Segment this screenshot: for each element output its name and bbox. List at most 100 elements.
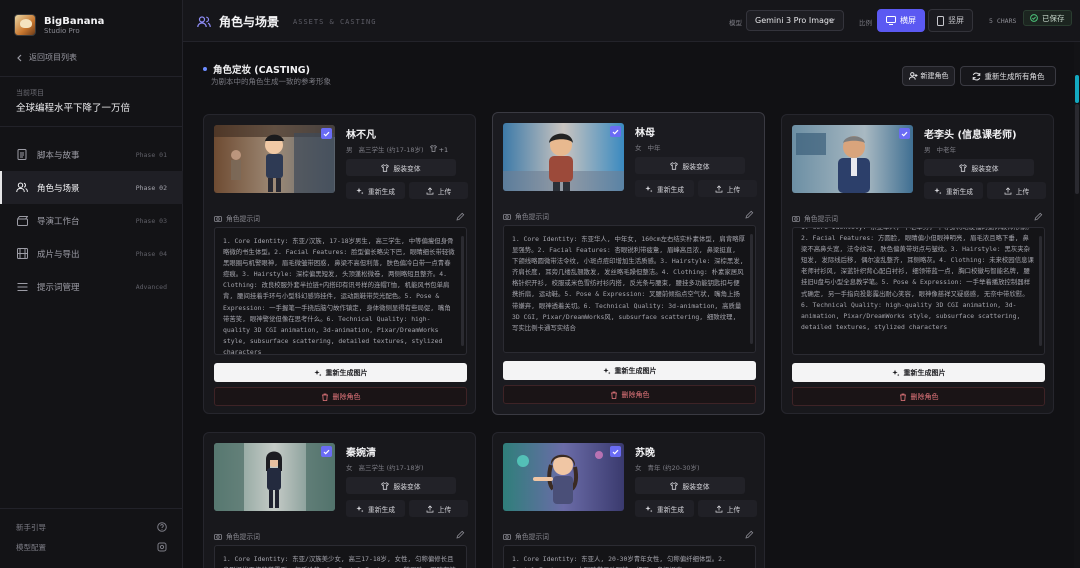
project-caption: 当前项目 — [16, 89, 44, 97]
model-select[interactable]: Gemini 3 Pro Image — [746, 10, 844, 31]
delete-character-button[interactable]: 删除角色 — [503, 385, 756, 404]
character-thumbnail[interactable] — [503, 123, 624, 191]
prompt-scrollbar[interactable] — [461, 236, 464, 346]
outfit-variant-button[interactable]: 服装变体 — [346, 477, 456, 494]
character-prompt-textarea[interactable]: 1. Core Identity: 东亚人, 20-30岁青年女性, 匀称偏纤细… — [503, 545, 756, 568]
landscape-label: 横屏 — [900, 16, 916, 25]
sparkle-icon — [891, 369, 899, 376]
sparkle-icon — [356, 505, 364, 512]
selected-check-icon[interactable] — [321, 128, 332, 139]
selected-check-icon[interactable] — [899, 128, 910, 139]
outfit-variant-button[interactable]: 服装变体 — [635, 477, 745, 494]
prompt-caption-label: 角色提示词 — [515, 213, 549, 221]
character-prompt-textarea[interactable]: 1. Core Identity: 东亚/汉族, 17-18岁男生, 高三学生,… — [214, 227, 467, 355]
help-icon — [157, 522, 167, 532]
regenerate-button[interactable]: 重新生成 — [924, 182, 983, 199]
character-age: 高三学生 (约17-18岁) — [358, 146, 424, 154]
film-icon — [16, 248, 28, 260]
page-scrollbar[interactable] — [1074, 42, 1080, 568]
regenerate-image-button[interactable]: 重新生成图片 — [503, 361, 756, 380]
prompt-scrollbar[interactable] — [750, 234, 753, 344]
character-prompt-textarea[interactable]: 1. Core Identity: 东亚/汉族美少女, 高三17-18岁, 女性… — [214, 545, 467, 568]
selected-check-icon[interactable] — [610, 446, 621, 457]
landscape-button[interactable]: 横屏 — [877, 9, 925, 32]
upload-button[interactable]: 上传 — [698, 180, 757, 197]
regenerate-button[interactable]: 重新生成 — [346, 500, 405, 517]
sidebar-item-phase: Phase 01 — [135, 150, 167, 159]
prompt-scrollbar[interactable] — [1039, 236, 1042, 346]
sidebar-item-director[interactable]: 导演工作台 Phase 03 — [0, 204, 183, 237]
pencil-icon[interactable] — [456, 212, 465, 221]
upload-button[interactable]: 上传 — [987, 182, 1046, 199]
character-thumbnail[interactable] — [792, 125, 913, 193]
monitor-icon — [886, 16, 896, 25]
regenerate-all-button[interactable]: 重新生成所有角色 — [960, 66, 1056, 86]
upload-label: 上传 — [726, 505, 741, 514]
character-age: 中老年 — [936, 146, 957, 154]
pencil-icon[interactable] — [745, 530, 754, 539]
sidebar-item-script[interactable]: 脚本与故事 Phase 01 — [0, 138, 183, 171]
sidebar-item-export[interactable]: 成片与导出 Phase 04 — [0, 237, 183, 270]
character-thumbnail[interactable] — [214, 443, 335, 511]
outfit-count-badge[interactable]: +1 — [429, 144, 448, 154]
regenerate-image-button[interactable]: 重新生成图片 — [792, 363, 1045, 382]
character-prompt-textarea[interactable]: 1. Core Identity: 东亚华人, 中老年男, 中等身材略发福的退休… — [792, 227, 1045, 355]
back-to-projects-link[interactable]: 返回项目列表 — [16, 52, 77, 63]
character-name: 苏晚 — [635, 448, 655, 459]
pencil-icon[interactable] — [456, 530, 465, 539]
page-scrollbar-thumb[interactable] — [1075, 75, 1079, 103]
selected-check-icon[interactable] — [321, 446, 332, 457]
regenerate-button[interactable]: 重新生成 — [346, 182, 405, 199]
delete-character-button[interactable]: 删除角色 — [792, 387, 1045, 406]
outfit-label: 服装变体 — [682, 482, 710, 491]
sidebar-footer-help[interactable]: 新手引导 — [0, 517, 183, 537]
upload-button[interactable]: 上传 — [409, 500, 468, 517]
outfit-label: 服装变体 — [971, 164, 999, 173]
refresh-icon — [972, 72, 980, 80]
character-meta: 男 中老年 — [924, 144, 956, 154]
pencil-icon[interactable] — [745, 210, 754, 219]
camera-icon — [214, 533, 222, 540]
model-label: 模型 — [729, 19, 742, 27]
outfit-label: 服装变体 — [393, 164, 421, 173]
regenerate-image-button[interactable]: 重新生成图片 — [214, 363, 467, 382]
delete-character-button[interactable]: 删除角色 — [214, 387, 467, 406]
prompt-caption: 角色提示词 — [792, 213, 838, 223]
upload-label: 上传 — [437, 187, 452, 196]
sparkle-icon — [313, 369, 321, 376]
pencil-icon[interactable] — [1034, 212, 1043, 221]
outfit-label: 服装变体 — [393, 482, 421, 491]
sidebar-item-characters[interactable]: 角色与场景 Phase 02 — [0, 171, 183, 204]
character-thumbnail[interactable] — [214, 125, 335, 193]
sidebar-item-phase: Phase 03 — [135, 216, 167, 225]
delete-label: 删除角色 — [332, 392, 361, 401]
regenerate-button[interactable]: 重新生成 — [635, 500, 694, 517]
sidebar-item-label: 脚本与故事 — [37, 150, 80, 161]
outfit-variant-button[interactable]: 服装变体 — [924, 159, 1034, 176]
upload-icon — [715, 504, 723, 512]
regenerate-button[interactable]: 重新生成 — [635, 180, 694, 197]
footer-label: 模型配置 — [16, 542, 46, 552]
brand-sub: Studio Pro — [44, 26, 80, 35]
sidebar-item-prompts[interactable]: 提示词管理 Advanced — [0, 270, 183, 303]
character-prompt-textarea[interactable]: 1. Core Identity: 东亚华人, 中年女, 160cm左右结实朴素… — [503, 225, 756, 353]
prompt-caption: 角色提示词 — [503, 531, 549, 541]
outfit-variant-button[interactable]: 服装变体 — [346, 159, 456, 176]
portrait-button[interactable]: 竖屏 — [928, 9, 973, 32]
sidebar-footer-settings[interactable]: 模型配置 — [0, 537, 183, 557]
outfit-variant-button[interactable]: 服装变体 — [635, 157, 745, 174]
aspect-ratio-toggle: 横屏 竖屏 — [877, 9, 973, 32]
upload-icon — [426, 504, 434, 512]
character-name: 老李头 (信息课老师) — [924, 130, 1017, 141]
character-age: 中年 — [647, 144, 661, 152]
brand[interactable]: BigBanana Studio Pro — [14, 14, 104, 36]
selected-check-icon[interactable] — [610, 126, 621, 137]
character-thumbnail[interactable] — [503, 443, 624, 511]
brand-name: BigBanana — [44, 15, 105, 27]
regenerate-image-label: 重新生成图片 — [325, 368, 368, 377]
upload-button[interactable]: 上传 — [409, 182, 468, 199]
upload-button[interactable]: 上传 — [698, 500, 757, 517]
prompt-text: 1. Core Identity: 东亚华人, 中年女, 160cm左右结实朴素… — [512, 235, 745, 332]
new-character-button[interactable]: 新建角色 — [902, 66, 955, 86]
saved-status-badge: 已保存 — [1023, 10, 1072, 26]
